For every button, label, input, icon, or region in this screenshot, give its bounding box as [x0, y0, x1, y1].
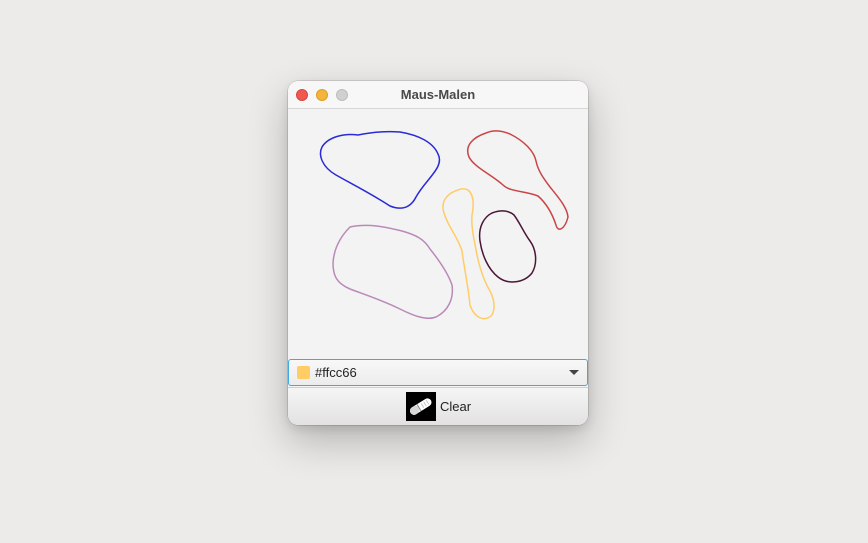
clear-button[interactable]: Clear	[288, 387, 588, 425]
app-window: Maus-Malen #ffcc66 Clear	[288, 81, 588, 425]
stroke-lilac	[332, 224, 454, 320]
chevron-down-icon[interactable]	[569, 370, 579, 375]
window-title: Maus-Malen	[400, 87, 476, 102]
color-swatch	[297, 366, 310, 379]
eraser-icon	[406, 392, 436, 421]
stroke-blue	[319, 130, 441, 209]
title-bar[interactable]: Maus-Malen	[288, 81, 588, 109]
stroke-purple	[478, 210, 537, 283]
color-value: #ffcc66	[315, 365, 357, 380]
drawing-canvas[interactable]	[288, 109, 588, 359]
clear-button-label: Clear	[440, 399, 472, 414]
stroke-red	[467, 130, 569, 230]
drawing-surface[interactable]	[288, 109, 588, 359]
color-picker[interactable]: #ffcc66	[288, 359, 588, 386]
